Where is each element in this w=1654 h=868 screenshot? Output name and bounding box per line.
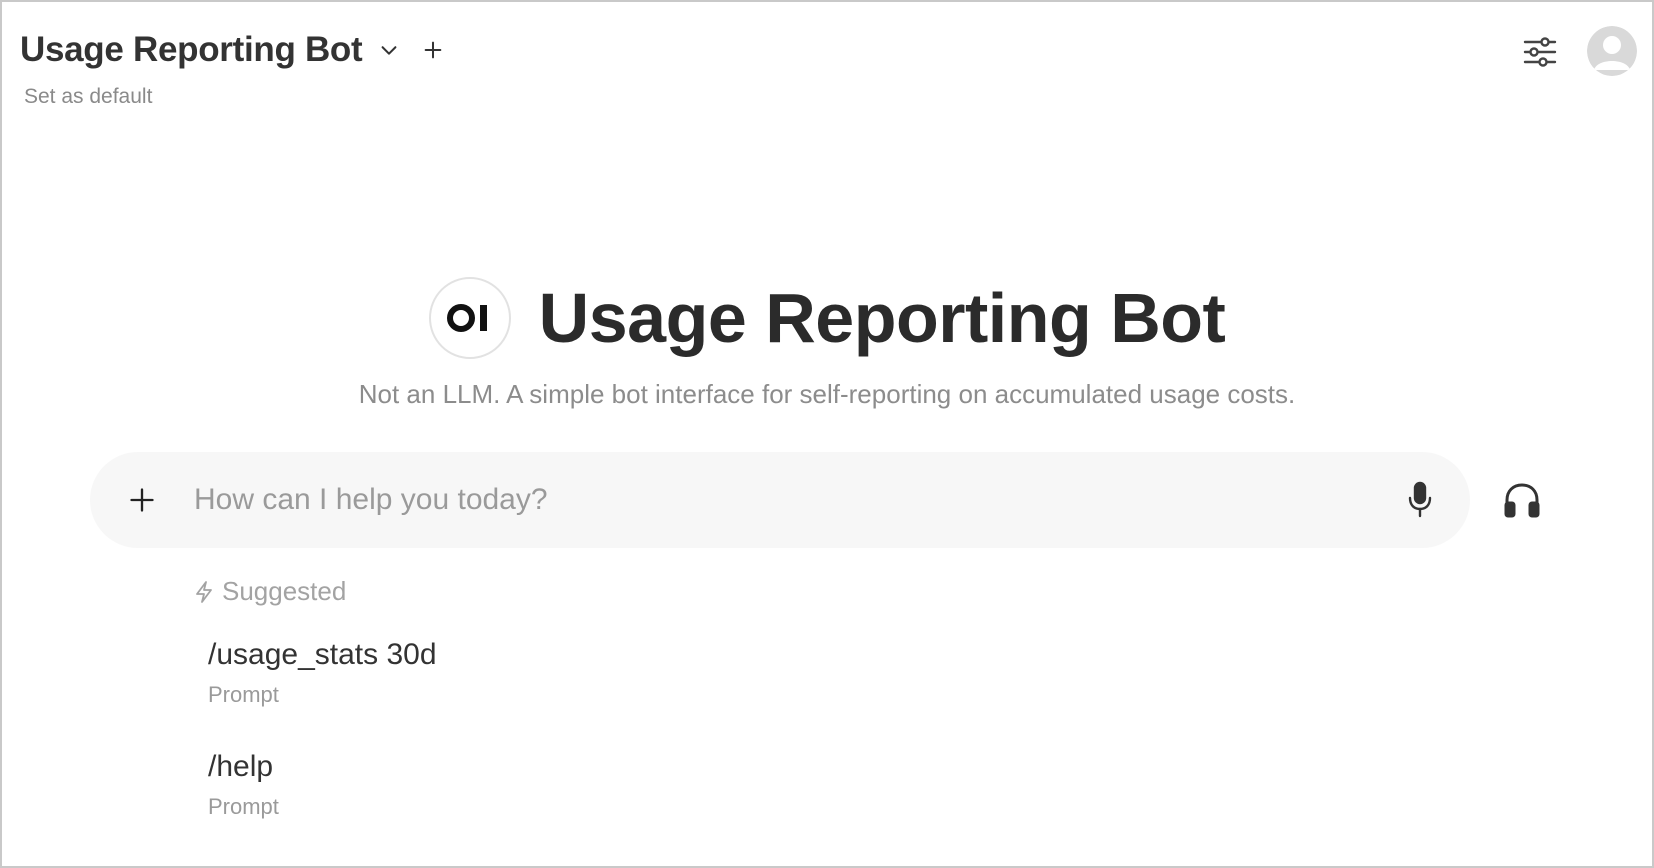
suggestion-title: /help bbox=[208, 750, 274, 783]
user-avatar-icon bbox=[1587, 26, 1637, 76]
suggested-heading: Suggested bbox=[194, 576, 346, 607]
model-name[interactable]: Usage Reporting Bot bbox=[20, 30, 363, 70]
top-navbar: Usage Reporting Bot Set as default bbox=[2, 2, 1652, 142]
chat-input[interactable] bbox=[194, 474, 1374, 526]
suggestion-item[interactable]: /usage_stats 30d Prompt bbox=[208, 638, 808, 708]
voice-mode-button[interactable] bbox=[1498, 476, 1546, 524]
bot-logo bbox=[428, 277, 511, 359]
suggestion-title: /usage_stats 30d bbox=[208, 638, 437, 671]
bolt-icon bbox=[196, 580, 212, 603]
controls-button[interactable] bbox=[1520, 34, 1560, 70]
chat-input-bar bbox=[90, 452, 1470, 548]
set-as-default-link[interactable]: Set as default bbox=[24, 85, 152, 109]
attach-button[interactable] bbox=[126, 484, 158, 516]
chevron-down-icon[interactable] bbox=[376, 37, 402, 63]
plus-icon bbox=[130, 488, 154, 512]
sliders-icon bbox=[1523, 37, 1557, 67]
user-avatar[interactable] bbox=[1587, 26, 1637, 76]
add-model-button[interactable] bbox=[420, 37, 446, 63]
suggested-label: Suggested bbox=[222, 576, 347, 606]
headphones-icon bbox=[1504, 483, 1540, 518]
bot-description: Not an LLM. A simple bot interface for s… bbox=[358, 379, 1296, 409]
microphone-button[interactable] bbox=[1400, 480, 1440, 520]
bot-title: Usage Reporting Bot bbox=[538, 279, 1226, 357]
suggestion-item[interactable]: /help Prompt bbox=[208, 750, 808, 820]
suggestion-subtitle: Prompt bbox=[208, 682, 279, 707]
suggestion-subtitle: Prompt bbox=[208, 794, 279, 819]
hero-section: Usage Reporting Bot bbox=[2, 277, 1652, 359]
openwebui-logo-icon bbox=[446, 304, 487, 332]
plus-icon bbox=[425, 41, 442, 59]
microphone-icon bbox=[1408, 481, 1432, 518]
app-window: Usage Reporting Bot Set as default Usage… bbox=[0, 0, 1654, 868]
model-selector: Usage Reporting Bot bbox=[20, 30, 446, 70]
